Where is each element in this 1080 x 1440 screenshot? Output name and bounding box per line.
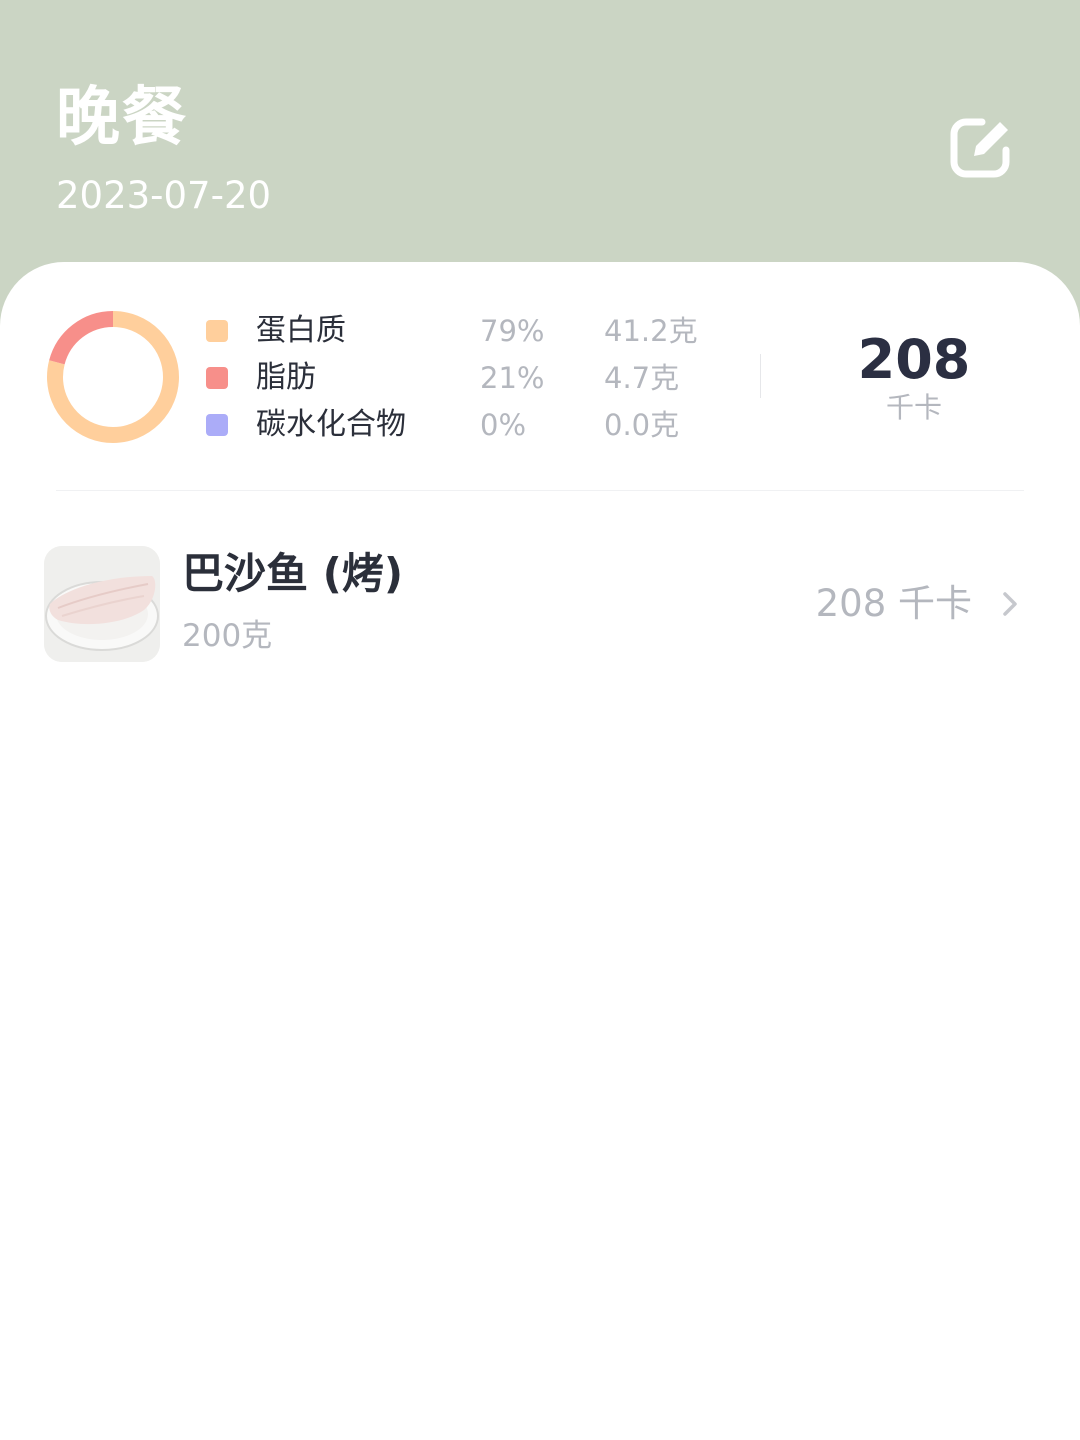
edit-button[interactable]: [948, 114, 1016, 182]
food-thumbnail: [44, 546, 160, 662]
macro-donut-chart: [47, 311, 179, 443]
food-name: 巴沙鱼 (烤): [182, 549, 404, 598]
page-title: 晚餐: [56, 81, 188, 155]
nutrition-card: 蛋白质 79% 41.2克 脂肪 21% 4.7克 碳水化合物 0% 0.0克 …: [0, 262, 1080, 1440]
header: 晚餐 2023-07-20: [0, 0, 1080, 300]
chevron-right-icon: [1003, 592, 1017, 616]
food-calories: 208 千卡: [815, 582, 972, 625]
macro-percent: 21%: [480, 361, 545, 395]
total-calories: 208: [857, 328, 971, 391]
fat-color-dot: [206, 367, 228, 389]
food-item[interactable]: 巴沙鱼 (烤) 200克 208 千卡: [0, 538, 1080, 668]
divider: [760, 354, 761, 398]
macro-amount: 0.0克: [604, 408, 680, 442]
fish-fillet-image: [44, 546, 160, 662]
macro-amount: 4.7克: [604, 361, 680, 395]
macro-name: 蛋白质: [256, 313, 346, 348]
protein-color-dot: [206, 320, 228, 342]
edit-icon: [950, 118, 1010, 178]
macro-percent: 79%: [480, 314, 545, 348]
macro-name: 脂肪: [256, 360, 316, 395]
macro-percent: 0%: [480, 408, 527, 442]
macro-name: 碳水化合物: [256, 407, 406, 442]
divider: [56, 490, 1024, 491]
meal-date: 2023-07-20: [56, 174, 272, 217]
carbs-color-dot: [206, 414, 228, 436]
macro-row-carbs: 碳水化合物 0% 0.0克: [204, 402, 724, 448]
food-amount: 200克: [182, 618, 273, 654]
total-calories-unit: 千卡: [885, 391, 942, 424]
macro-row-fat: 脂肪 21% 4.7克: [204, 355, 724, 401]
macro-amount: 41.2克: [604, 314, 698, 348]
macro-row-protein: 蛋白质 79% 41.2克: [204, 308, 724, 354]
